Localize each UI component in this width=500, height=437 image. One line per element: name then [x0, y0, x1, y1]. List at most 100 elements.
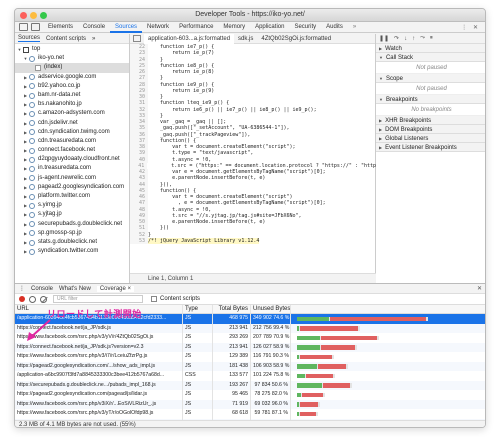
- coverage-row[interactable]: https://www.facebook.com/rsrc.php/v3/yV/…: [15, 333, 485, 343]
- pause-on-exceptions-icon[interactable]: ⏸: [430, 35, 433, 42]
- tree-domain-item[interactable]: ▶ b92.yahoo.co.jp: [15, 82, 129, 91]
- expand-arrow-icon[interactable]: ▶: [23, 91, 28, 100]
- expand-arrow-icon[interactable]: ▶: [23, 155, 28, 164]
- navigator-tab-2[interactable]: »: [92, 36, 95, 42]
- step-into-icon[interactable]: ↓: [404, 36, 407, 42]
- tree-domain-item[interactable]: ▶ d2qpgyuydoaaty.cloudfront.net: [15, 155, 129, 164]
- tree-domain-item[interactable]: ▶ in.treasuredata.com: [15, 164, 129, 173]
- editor-tab-1[interactable]: sdk.js: [234, 34, 257, 44]
- expand-arrow-icon[interactable]: ▶: [23, 164, 28, 173]
- coverage-row[interactable]: https://www.facebook.com/rsrc.php/v3/yT/…: [15, 409, 485, 419]
- tab-elements[interactable]: Elements: [43, 22, 78, 33]
- close-drawer-button[interactable]: ✕: [477, 285, 482, 292]
- tree-domain-item[interactable]: ▶ syndication.twitter.com: [15, 247, 129, 256]
- tab-audits[interactable]: Audits: [321, 22, 348, 33]
- expand-arrow-icon[interactable]: ▶: [23, 146, 28, 155]
- code-area[interactable]: 22 function ie7_p() {23 return ie_p(7) 24…: [130, 44, 376, 268]
- tree-domain-item[interactable]: ▼ top: [15, 45, 129, 54]
- expand-arrow-icon[interactable]: ▶: [23, 128, 28, 137]
- expand-arrow-icon[interactable]: ▶: [23, 73, 28, 82]
- tab-console[interactable]: Console: [78, 22, 110, 33]
- drawer-tab-2[interactable]: Coverage ×: [96, 285, 135, 292]
- expand-arrow-icon[interactable]: ▶: [23, 229, 28, 238]
- expand-arrow-icon[interactable]: ▶: [23, 109, 28, 118]
- editor-tab-0[interactable]: application-603...a.js:formatted: [144, 33, 235, 44]
- tree-domain-item[interactable]: ▶ s.yjtag.jp: [15, 210, 129, 219]
- tab-memory[interactable]: Memory: [218, 22, 250, 33]
- tree-domain-item[interactable]: ▶ c.amazon-adsystem.com: [15, 109, 129, 118]
- step-over-icon[interactable]: ↷: [394, 35, 399, 42]
- deactivate-breakpoints-icon[interactable]: ⤳: [420, 35, 425, 42]
- coverage-row[interactable]: https://securepubads.g.doubleclick.ne...…: [15, 380, 485, 390]
- expand-arrow-icon[interactable]: ▼: [17, 45, 22, 54]
- section-watch[interactable]: ▶ Watch: [376, 44, 485, 53]
- inspect-element-icon[interactable]: [19, 23, 28, 31]
- header-unused-bytes[interactable]: Unused Bytes: [251, 305, 291, 313]
- expand-arrow-icon[interactable]: ▶: [23, 192, 28, 201]
- drawer-tab-0[interactable]: Console: [31, 286, 53, 292]
- tree-domain-item[interactable]: ▶ pagead2.googlesyndication.com: [15, 183, 129, 192]
- tree-domain-item[interactable]: ▶ bs.nakanohito.jp: [15, 100, 129, 109]
- expand-arrow-icon[interactable]: ▶: [23, 247, 28, 256]
- device-toolbar-icon[interactable]: [31, 23, 40, 31]
- coverage-row[interactable]: /application-a6bc9907f3fd7a8845333300c3b…: [15, 371, 485, 381]
- tree-domain-item[interactable]: ▶ adservice.google.com: [15, 73, 129, 82]
- expand-arrow-icon[interactable]: ▶: [23, 220, 28, 229]
- expand-arrow-icon[interactable]: ▶: [23, 210, 28, 219]
- coverage-row[interactable]: https://connect.facebook.net/ja_JP/sdk.j…: [15, 323, 485, 333]
- tree-domain-item[interactable]: ▶ cdn.syndication.twimg.com: [15, 128, 129, 137]
- section-global-listeners[interactable]: ▶ Global Listeners: [376, 134, 485, 143]
- tree-domain-item[interactable]: ▶ connect.facebook.net: [15, 146, 129, 155]
- tree-domain-item[interactable]: ▼ iko-yo.net: [15, 54, 129, 63]
- tab-network[interactable]: Network: [142, 22, 174, 33]
- tree-domain-item[interactable]: ▶ stats.g.doubleclick.net: [15, 238, 129, 247]
- tab-sources[interactable]: Sources: [110, 22, 143, 33]
- tree-domain-item[interactable]: ▶ sp.gmossp-sp.jp: [15, 229, 129, 238]
- tab-security[interactable]: Security: [289, 22, 321, 33]
- coverage-row[interactable]: https://pagead2.googlesyndication.com/..…: [15, 361, 485, 371]
- tree-domain-item[interactable]: ▶ platform.twitter.com: [15, 192, 129, 201]
- coverage-row[interactable]: https://www.facebook.com/rsrc.php/v3iX/r…: [15, 399, 485, 409]
- editor-tab-2[interactable]: 4ZtQb02SgOi.js:formatted: [257, 34, 335, 44]
- drawer-tab-1[interactable]: What's New: [59, 286, 91, 292]
- coverage-row[interactable]: https://connect.facebook.net/ja_JP/sdk.j…: [15, 342, 485, 352]
- tree-domain-item[interactable]: ▶ s.yimg.jp: [15, 201, 129, 210]
- tree-domain-item[interactable]: ▶ js-agent.newrelic.com: [15, 174, 129, 183]
- expand-arrow-icon[interactable]: ▶: [23, 201, 28, 210]
- expand-arrow-icon[interactable]: ▶: [23, 183, 28, 192]
- tree-domain-item[interactable]: ▶ cdn.treasuredata.com: [15, 137, 129, 146]
- navigator-tab-0[interactable]: Sources: [18, 35, 41, 42]
- tab-performance[interactable]: Performance: [174, 22, 218, 33]
- tree-domain-item[interactable]: ▶ securepubads.g.doubleclick.net: [15, 220, 129, 229]
- toggle-navigator-icon[interactable]: [133, 35, 141, 42]
- expand-arrow-icon[interactable]: ▶: [23, 100, 28, 109]
- expand-arrow-icon[interactable]: ▶: [23, 174, 28, 183]
- drawer-menu-icon[interactable]: ⋮: [19, 285, 25, 292]
- tree-domain-item[interactable]: ▶ cdn.jsdelivr.net: [15, 119, 129, 128]
- expand-arrow-icon[interactable]: ▶: [23, 119, 28, 128]
- step-out-icon[interactable]: ↑: [412, 36, 415, 42]
- pause-icon[interactable]: ❚❚: [379, 35, 389, 42]
- line-number[interactable]: 53: [130, 237, 148, 244]
- coverage-row[interactable]: https://www.facebook.com/rsrc.php/v3/i7/…: [15, 352, 485, 362]
- record-button[interactable]: [19, 296, 25, 302]
- header-total-bytes[interactable]: Total Bytes: [213, 305, 251, 313]
- section-call-stack[interactable]: ▼ Call Stack: [376, 53, 485, 62]
- clear-button[interactable]: [40, 295, 47, 303]
- tab-application[interactable]: Application: [250, 22, 289, 33]
- expand-arrow-icon[interactable]: ▶: [23, 238, 28, 247]
- reload-and-record-button[interactable]: [29, 295, 36, 303]
- section-xhr-breakpoints[interactable]: ▶ XHR Breakpoints: [376, 116, 485, 125]
- navigator-tab-1[interactable]: Content scripts: [46, 36, 86, 42]
- expand-arrow-icon[interactable]: ▶: [23, 137, 28, 146]
- section-dom-breakpoints[interactable]: ▶ DOM Breakpoints: [376, 125, 485, 134]
- coverage-row[interactable]: https://pagead2.googlesyndication.com/pa…: [15, 390, 485, 400]
- url-filter-input[interactable]: URL filter: [53, 295, 143, 303]
- expand-arrow-icon[interactable]: ▶: [23, 82, 28, 91]
- section-breakpoints[interactable]: ▼ Breakpoints: [376, 95, 485, 104]
- tree-domain-item[interactable]: ▶ bam.nr-data.net: [15, 91, 129, 100]
- expand-arrow-icon[interactable]: ▼: [23, 54, 28, 63]
- header-type[interactable]: Type: [183, 305, 213, 313]
- tree-file-item[interactable]: (index): [15, 63, 129, 73]
- section-event-listener-breakpoints[interactable]: ▶ Event Listener Breakpoints: [376, 143, 485, 152]
